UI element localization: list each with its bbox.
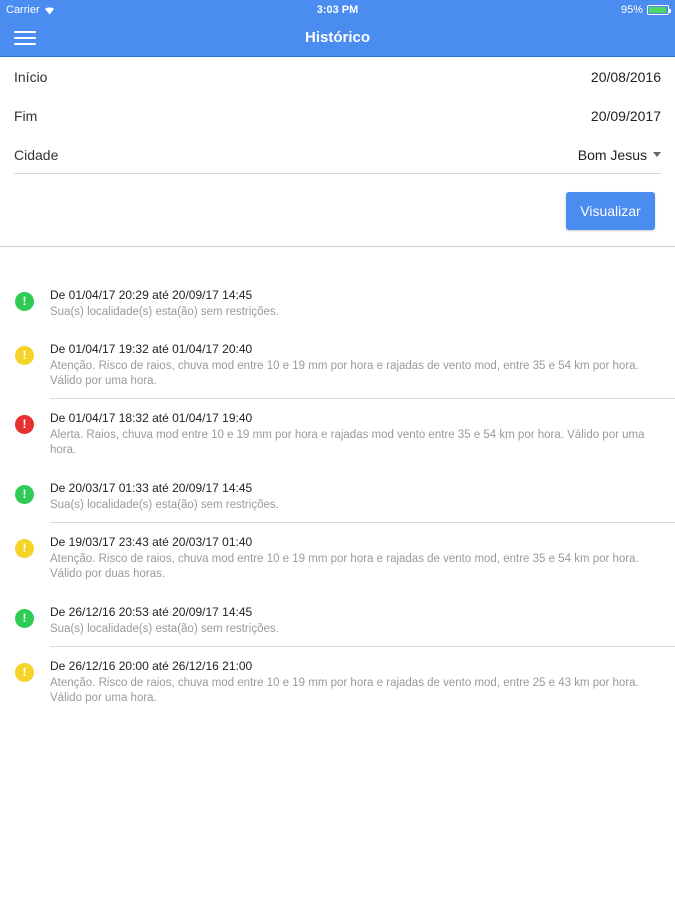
filter-form: Início 20/08/2016 Fim 20/09/2017 Cidade …	[14, 57, 661, 174]
alert-yellow-icon: !	[15, 663, 34, 682]
cidade-label: Cidade	[14, 146, 59, 163]
inicio-label: Início	[14, 68, 48, 85]
page-title: Histórico	[304, 29, 370, 46]
section-divider	[0, 246, 675, 247]
visualizar-button[interactable]: Visualizar	[566, 192, 655, 230]
history-item-description: Atenção. Risco de raios, chuva mod entre…	[50, 677, 639, 704]
history-item-period: De 26/12/16 20:53 até 20/09/17 14:45	[50, 605, 253, 619]
nav-bar: Histórico	[0, 20, 675, 57]
history-item-description: Atenção. Risco de raios, chuva mod entre…	[50, 360, 639, 387]
battery-icon	[647, 5, 671, 15]
list-separator	[50, 398, 675, 399]
battery-percent: 95%	[620, 4, 643, 16]
history-item-description: Atenção. Risco de raios, chuva mod entre…	[50, 553, 639, 580]
fim-label: Fim	[14, 107, 38, 124]
history-item-period: De 01/04/17 18:32 até 01/04/17 19:40	[50, 411, 253, 425]
cidade-select[interactable]: Bom Jesus	[578, 147, 661, 163]
alert-green-icon: !	[15, 609, 34, 628]
cidade-row[interactable]: Cidade Bom Jesus	[14, 135, 661, 174]
list-separator	[50, 522, 675, 523]
chevron-down-icon	[653, 152, 661, 157]
history-item-period: De 01/04/17 19:32 até 01/04/17 20:40	[50, 342, 253, 356]
status-time: 3:03 PM	[316, 4, 359, 16]
history-item-description: Alerta. Raios, chuva mod entre 10 e 19 m…	[50, 429, 645, 456]
inicio-date-field[interactable]: 20/08/2016	[591, 69, 661, 85]
status-right: 95%	[620, 4, 671, 16]
cidade-select-value: Bom Jesus	[577, 146, 647, 163]
history-item-period: De 26/12/16 20:00 até 26/12/16 21:00	[50, 659, 253, 673]
history-item-description: Sua(s) localidade(s) esta(ão) sem restri…	[50, 623, 279, 635]
alert-red-icon: !	[15, 415, 34, 434]
history-item-description: Sua(s) localidade(s) esta(ão) sem restri…	[50, 499, 279, 511]
list-separator	[50, 646, 675, 647]
alert-yellow-icon: !	[15, 346, 34, 365]
fim-row[interactable]: Fim 20/09/2017	[14, 96, 661, 135]
history-item-description: Sua(s) localidade(s) esta(ão) sem restri…	[50, 306, 279, 318]
fim-date-field[interactable]: 20/09/2017	[591, 108, 661, 124]
form-divider	[14, 173, 661, 174]
alert-green-icon: !	[15, 292, 34, 311]
history-item-period: De 01/04/17 20:29 até 20/09/17 14:45	[50, 288, 253, 302]
history-item-period: De 20/03/17 01:33 até 20/09/17 14:45	[50, 481, 253, 495]
status-bar: Carrier 3:03 PM 95%	[0, 0, 675, 20]
alert-yellow-icon: !	[15, 539, 34, 558]
alert-green-icon: !	[15, 485, 34, 504]
inicio-row[interactable]: Início 20/08/2016	[14, 57, 661, 96]
history-item-period: De 19/03/17 23:43 até 20/03/17 01:40	[50, 535, 253, 549]
battery-fill	[649, 7, 666, 13]
